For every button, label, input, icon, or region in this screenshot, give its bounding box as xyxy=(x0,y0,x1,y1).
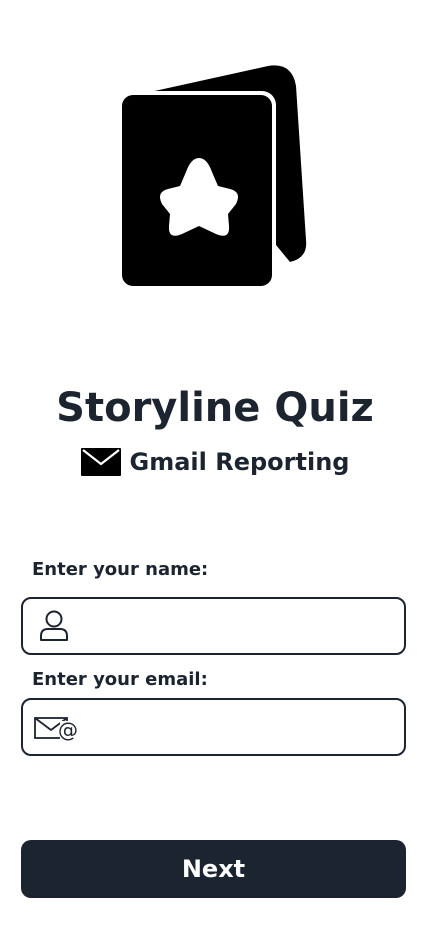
app-title: Storyline Quiz xyxy=(56,385,374,431)
svg-text:@: @ xyxy=(58,718,78,742)
star-card-deck-icon xyxy=(118,62,310,290)
name-label: Enter your name: xyxy=(32,559,209,580)
email-label: Enter your email: xyxy=(32,669,208,690)
envelope-icon xyxy=(80,448,121,476)
email-field[interactable]: @ xyxy=(21,698,406,756)
subtitle-row: Gmail Reporting xyxy=(0,446,430,478)
name-input[interactable] xyxy=(87,599,392,653)
mail-at-icon: @ xyxy=(34,717,78,742)
subtitle-text: Gmail Reporting xyxy=(129,448,350,476)
email-input[interactable] xyxy=(87,700,392,754)
user-icon xyxy=(40,610,68,641)
next-button[interactable]: Next xyxy=(21,840,406,898)
name-field[interactable] xyxy=(21,597,406,655)
